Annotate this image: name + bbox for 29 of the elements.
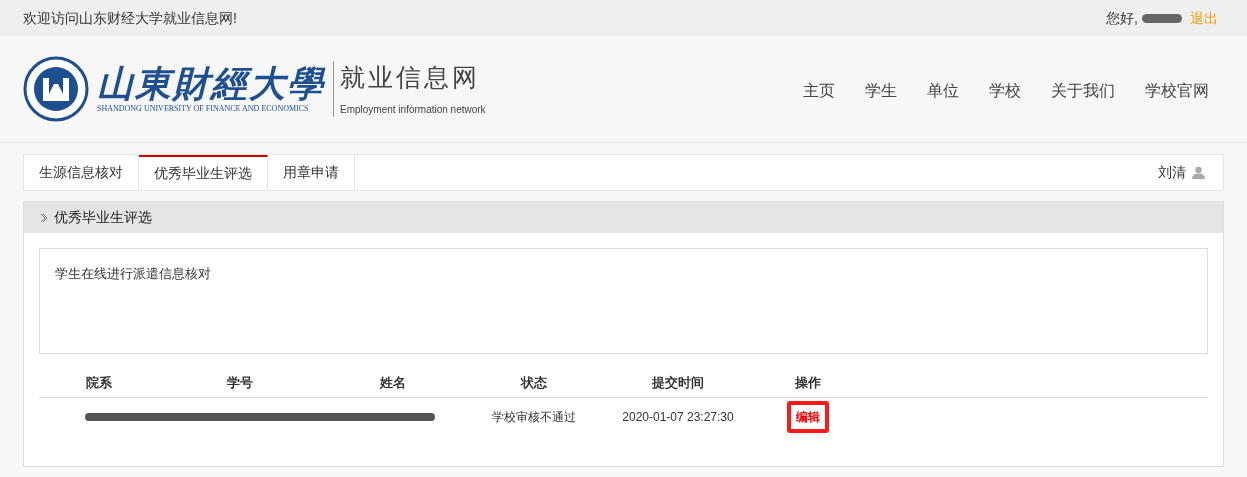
user-icon [1192,166,1205,179]
welcome-text: 欢迎访问山东财经大学就业信息网! [23,8,237,28]
panel-title: 优秀毕业生评选 [54,208,152,227]
nav-link[interactable]: 单位 [927,79,959,103]
nav-link[interactable]: 学校 [989,79,1021,103]
logo-english: SHANDONG UNIVERSITY OF FINANCE AND ECONOMICS [97,103,310,115]
column-header: 状态 [521,373,547,392]
status-text: 学校审核不通过 [492,409,576,426]
column-header: 学号 [227,373,253,392]
seal-icon [23,56,89,122]
column-header: 操作 [795,373,821,392]
edit-link[interactable]: 编辑 [787,401,829,433]
nav-link[interactable]: 学校官网 [1145,79,1209,103]
tab[interactable]: 优秀毕业生评选 [139,155,268,190]
column-header: 姓名 [380,373,406,392]
user-name: 刘清 [1158,163,1186,182]
time-text: 2020-01-07 23:27:30 [622,409,734,426]
nav-link[interactable]: 关于我们 [1051,79,1115,103]
logo-name: 山東財經大學 [97,63,325,103]
redaction-mark [1142,13,1182,23]
site-subtitle: Employment information network [340,103,486,117]
notice-text: 学生在线进行派遣信息核对 [55,266,211,281]
site-title: 就业信息网 [340,62,481,93]
chevron-icon [40,212,48,223]
nav-link[interactable]: 学生 [865,79,897,103]
greeting-text: 您好, [1106,8,1138,28]
column-header: 院系 [86,373,112,392]
nav-link[interactable]: 主页 [803,79,835,103]
column-header: 提交时间 [652,373,704,392]
